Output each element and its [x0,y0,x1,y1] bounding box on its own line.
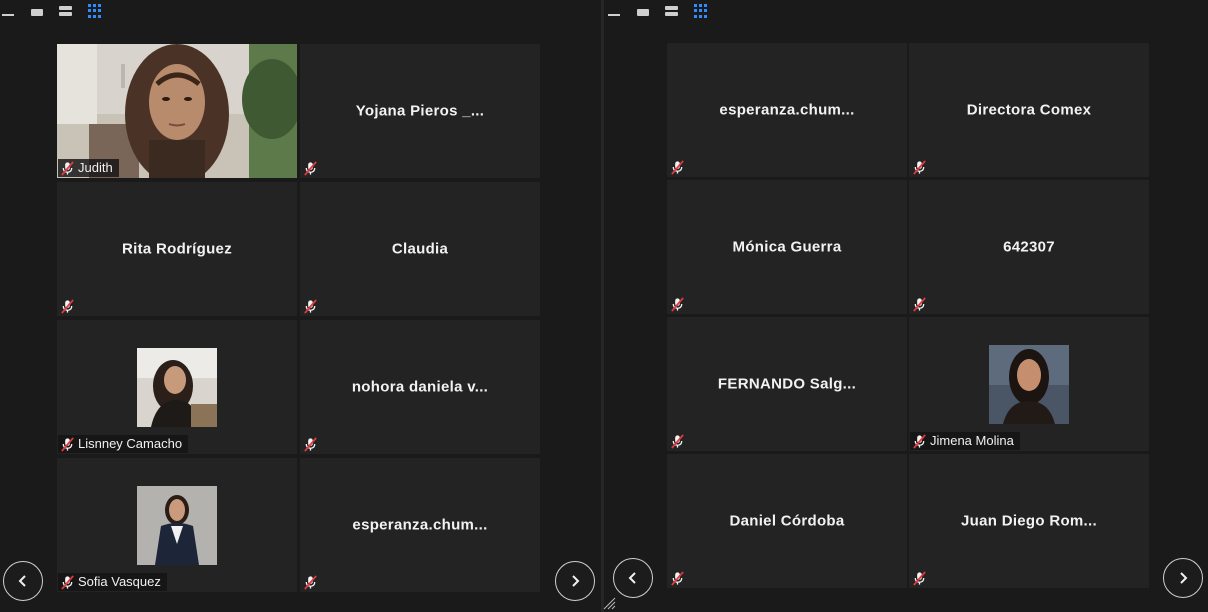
muted-mic-icon [303,575,318,590]
muted-mic-icon [912,571,927,586]
participant-name: 642307 [1003,238,1055,256]
participant-name: Rita Rodríguez [121,240,233,258]
participant-name-label: Judith [58,159,119,177]
muted-mic-icon [912,297,927,312]
participant-name-label: Jimena Molina [910,432,1020,450]
muted-mic-icon [912,434,927,449]
participant-name: Juan Diego Rom... [961,512,1097,530]
muted-mic-icon [60,437,75,452]
participant-tile[interactable]: Yojana Pieros _... [300,44,540,178]
participant-tile-video[interactable]: Judith [57,44,297,178]
participant-tile[interactable]: Directora Comex [909,43,1149,177]
thumbnail-strip-icon[interactable] [29,4,44,19]
chevron-left-icon [628,572,636,584]
participant-tile[interactable]: Mónica Guerra [667,180,907,314]
chevron-right-icon [1180,572,1188,584]
participant-name: Sofia Vasquez [78,574,161,589]
participant-name: Directora Comex [966,101,1092,119]
minimize-icon[interactable] [0,4,15,19]
previous-page-button[interactable] [3,561,43,601]
participant-tile[interactable]: Jimena Molina [909,317,1149,451]
view-toolbar [0,2,102,20]
profile-photo [137,486,217,565]
meeting-window-left: Judith Yojana Pieros _... Rita Rodríguez… [0,0,602,612]
minimize-icon[interactable] [606,4,621,19]
muted-mic-icon [303,437,318,452]
speaker-view-icon[interactable] [58,4,73,19]
participant-video [57,44,297,178]
participant-name: Yojana Pieros _... [355,102,485,120]
muted-mic-icon [670,160,685,175]
participant-name: Claudia [391,240,449,258]
muted-mic-icon [670,434,685,449]
view-toolbar [606,2,708,20]
speaker-view-icon[interactable] [664,4,679,19]
participant-name: FERNANDO Salg... [717,375,857,393]
participant-name-label: Sofia Vasquez [58,573,167,591]
participant-name: esperanza.chum... [352,516,488,534]
participant-tile[interactable]: esperanza.chum... [667,43,907,177]
next-page-button[interactable] [555,561,595,601]
participant-name: nohora daniela v... [351,378,489,396]
muted-mic-icon [60,575,75,590]
participant-name-label: Lisnney Camacho [58,435,189,453]
gallery-view-icon[interactable] [693,3,708,19]
muted-mic-icon [670,571,685,586]
muted-mic-icon [670,297,685,312]
participant-tile[interactable]: nohora daniela v... [300,320,540,454]
profile-photo [137,348,217,427]
chevron-right-icon [572,575,580,587]
next-page-button[interactable] [1163,558,1203,598]
participant-tile[interactable]: esperanza.chum... [300,458,540,592]
participant-name: esperanza.chum... [719,101,855,119]
participant-tile[interactable]: Lisnney Camacho [57,320,297,454]
meeting-window-right: esperanza.chum... Directora Comex Mónica… [604,0,1208,612]
profile-photo [989,345,1069,424]
participant-name: Jimena Molina [930,433,1014,448]
participant-tile[interactable]: FERNANDO Salg... [667,317,907,451]
participant-tile[interactable]: 642307 [909,180,1149,314]
muted-mic-icon [303,299,318,314]
gallery-view-icon[interactable] [87,3,102,19]
muted-mic-icon [303,161,318,176]
participant-name: Lisnney Camacho [78,436,183,451]
participant-name: Daniel Córdoba [729,512,845,530]
participant-name: Judith [78,160,113,175]
participant-name: Mónica Guerra [732,238,842,256]
resize-grip-icon[interactable] [600,594,616,610]
participant-tile[interactable]: Juan Diego Rom... [909,454,1149,588]
participant-tile[interactable]: Claudia [300,182,540,316]
participant-tile[interactable]: Sofia Vasquez [57,458,297,592]
thumbnail-strip-icon[interactable] [635,4,650,19]
muted-mic-icon [912,160,927,175]
participant-tile[interactable]: Daniel Córdoba [667,454,907,588]
previous-page-button[interactable] [613,558,653,598]
participant-tile[interactable]: Rita Rodríguez [57,182,297,316]
muted-mic-icon [60,161,75,176]
chevron-left-icon [18,575,26,587]
muted-mic-icon [60,299,75,314]
